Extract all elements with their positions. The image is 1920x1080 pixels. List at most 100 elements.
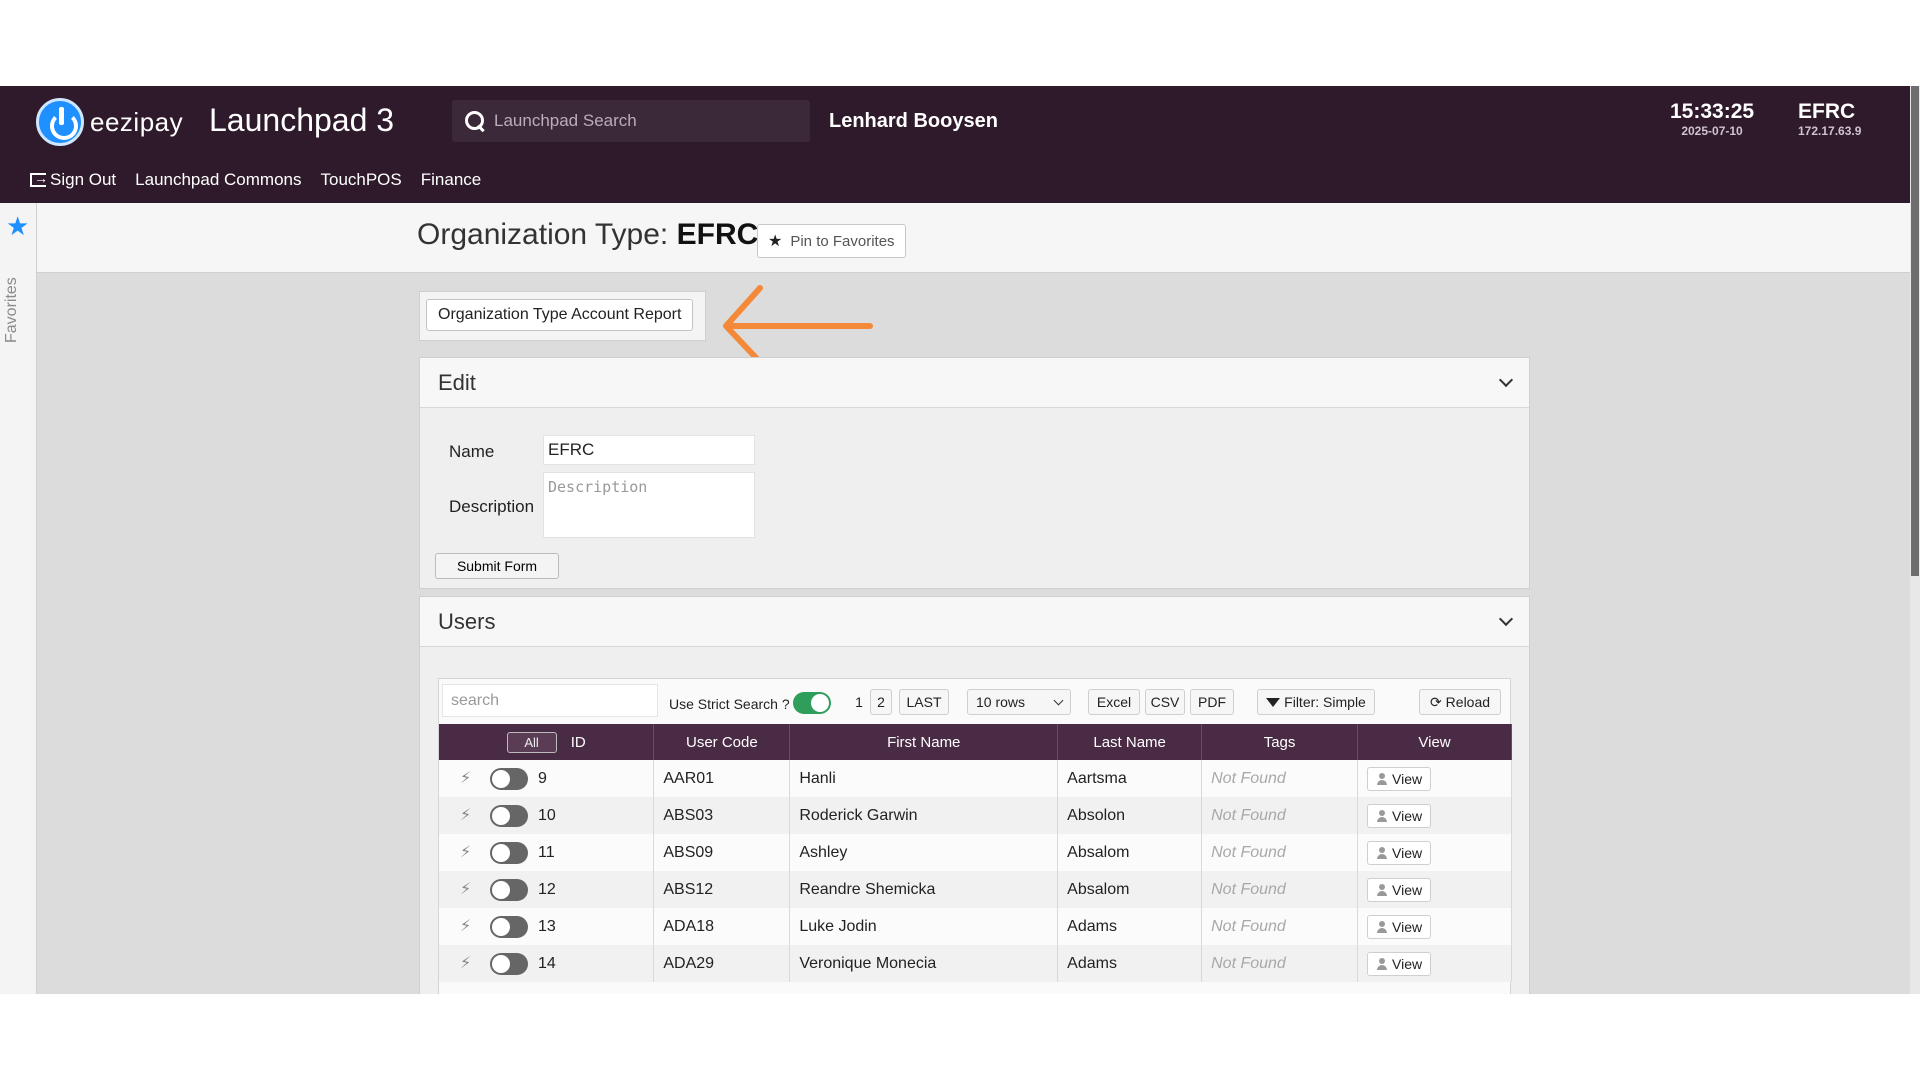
launchpad-search-input[interactable] [494, 111, 794, 131]
table-row[interactable]: ⚡ 12 ABS12 Reandre Shemicka Absalom Not Found… [439, 871, 1512, 908]
column-header-id[interactable]: All ID [439, 724, 655, 760]
page-scrollbar[interactable] [1910, 86, 1920, 994]
user-id: 13 [538, 917, 556, 935]
lightning-icon[interactable]: ⚡ [460, 916, 482, 936]
users-table: All ID User Code First Name Last Name Ta… [439, 724, 1512, 982]
row-toggle[interactable] [490, 804, 528, 827]
nav-sign-out[interactable]: Sign Out [30, 170, 116, 190]
strict-search-toggle[interactable] [793, 692, 831, 714]
first-name: Ashley [789, 834, 1059, 871]
export-excel-button[interactable]: Excel [1088, 689, 1140, 715]
last-name: Absalom [1057, 834, 1203, 871]
column-header-tags[interactable]: Tags [1201, 724, 1359, 760]
pin-to-favorites-button[interactable]: ★ Pin to Favorites [757, 224, 906, 258]
filter-button[interactable]: Filter: Simple [1257, 689, 1375, 715]
org-code: EFRC [1798, 100, 1856, 123]
scrollbar-thumb[interactable] [1911, 86, 1919, 576]
view-user-button[interactable]: View [1367, 914, 1432, 939]
user-id: 11 [538, 843, 555, 861]
row-select-cell: ⚡ 13 [439, 908, 655, 945]
reload-button[interactable]: ⟳ Reload [1419, 689, 1501, 715]
view-user-button[interactable]: View [1367, 840, 1432, 865]
page-2-button[interactable]: 2 [870, 689, 892, 715]
nav-finance[interactable]: Finance [421, 170, 481, 190]
table-header-row: All ID User Code First Name Last Name Ta… [439, 724, 1512, 760]
row-toggle[interactable] [490, 841, 528, 864]
user-name[interactable]: Lenhard Booysen [829, 110, 998, 133]
view-cell: View [1357, 908, 1512, 945]
table-row[interactable]: ⚡ 13 ADA18 Luke Jodin Adams Not Found View [439, 908, 1512, 945]
user-icon [1376, 883, 1388, 896]
description-field[interactable] [543, 472, 755, 538]
user-id: 12 [538, 880, 556, 898]
description-label: Description [449, 497, 535, 516]
column-header-view[interactable]: View [1357, 724, 1512, 760]
export-pdf-button[interactable]: PDF [1190, 689, 1234, 715]
view-label: View [1392, 955, 1423, 972]
edit-panel-header[interactable]: Edit [420, 358, 1529, 408]
lightning-icon[interactable]: ⚡ [460, 768, 482, 788]
ip-address: 172.17.63.9 [1798, 124, 1862, 138]
view-user-button[interactable]: View [1367, 766, 1432, 791]
lightning-icon[interactable]: ⚡ [460, 879, 482, 899]
view-cell: View [1357, 871, 1512, 908]
row-toggle[interactable] [490, 878, 528, 901]
name-field[interactable] [543, 435, 755, 465]
eezipay-logo[interactable]: eezipay [36, 98, 183, 146]
chevron-down-icon[interactable] [1498, 372, 1514, 388]
user-search-input[interactable] [442, 684, 658, 717]
pin-to-favorites-label: Pin to Favorites [790, 232, 895, 250]
row-select-cell: ⚡ 10 [439, 797, 655, 834]
rows-per-page-select[interactable]: 10 rows [967, 689, 1071, 715]
view-user-button[interactable]: View [1367, 877, 1432, 902]
main-nav: Sign Out Launchpad Commons TouchPOS Fina… [30, 170, 481, 190]
column-id-label: ID [570, 733, 586, 751]
favorites-label[interactable]: Favorites [3, 277, 21, 343]
favorites-sidebar[interactable]: ★ Favorites [0, 203, 37, 994]
users-panel: Users Use Strict Search ? 1 2 LAST 10 ro… [419, 596, 1530, 994]
nav-touchpos[interactable]: TouchPOS [320, 170, 401, 190]
strict-search-label: Use Strict Search ? [669, 696, 790, 712]
export-csv-button[interactable]: CSV [1145, 689, 1185, 715]
view-cell: View [1357, 797, 1512, 834]
page-last-button[interactable]: LAST [899, 689, 949, 715]
table-row[interactable]: ⚡ 11 ABS09 Ashley Absalom Not Found View [439, 834, 1512, 871]
rows-per-page-value: 10 rows [976, 694, 1026, 710]
row-toggle[interactable] [490, 767, 528, 790]
column-header-user-code[interactable]: User Code [653, 724, 791, 760]
chevron-down-icon[interactable] [1498, 611, 1514, 627]
view-user-button[interactable]: View [1367, 803, 1432, 828]
tags: Not Found [1201, 945, 1359, 982]
report-button-container: Organization Type Account Report [419, 291, 706, 341]
table-row[interactable]: ⚡ 10 ABS03 Roderick Garwin Absolon Not Found V… [439, 797, 1512, 834]
last-name: Absolon [1057, 797, 1203, 834]
users-panel-header[interactable]: Users [420, 597, 1529, 647]
page-1-button[interactable]: 1 [850, 689, 868, 715]
last-name: Absalom [1057, 871, 1203, 908]
search-icon [464, 110, 486, 132]
row-toggle[interactable] [490, 952, 528, 975]
submit-form-button[interactable]: Submit Form [435, 553, 559, 579]
organization-type-account-report-button[interactable]: Organization Type Account Report [426, 299, 694, 331]
column-header-first-name[interactable]: First Name [789, 724, 1059, 760]
users-toolbar: Use Strict Search ? 1 2 LAST 10 rows Exc… [439, 679, 1510, 724]
users-table-container: Use Strict Search ? 1 2 LAST 10 rows Exc… [438, 678, 1512, 994]
user-icon [1376, 920, 1388, 933]
lightning-icon[interactable]: ⚡ [460, 842, 482, 862]
user-code: ADA29 [653, 945, 791, 982]
column-header-last-name[interactable]: Last Name [1057, 724, 1203, 760]
view-label: View [1392, 807, 1423, 824]
user-id: 14 [538, 954, 556, 972]
table-row[interactable]: ⚡ 9 AAR01 Hanli Aartsma Not Found View [439, 760, 1512, 797]
favorites-star-icon[interactable]: ★ [6, 211, 29, 242]
row-select-cell: ⚡ 9 [439, 760, 655, 797]
nav-launchpad-commons[interactable]: Launchpad Commons [135, 170, 301, 190]
lightning-icon[interactable]: ⚡ [460, 805, 482, 825]
row-toggle[interactable] [490, 915, 528, 938]
lightning-icon[interactable]: ⚡ [460, 953, 482, 973]
launchpad-search[interactable] [452, 100, 810, 142]
table-row[interactable]: ⚡ 14 ADA29 Veronique Monecia Adams Not Found V… [439, 945, 1512, 982]
select-all-button[interactable]: All [506, 731, 557, 753]
users-panel-title: Users [438, 609, 496, 634]
view-user-button[interactable]: View [1367, 951, 1432, 976]
